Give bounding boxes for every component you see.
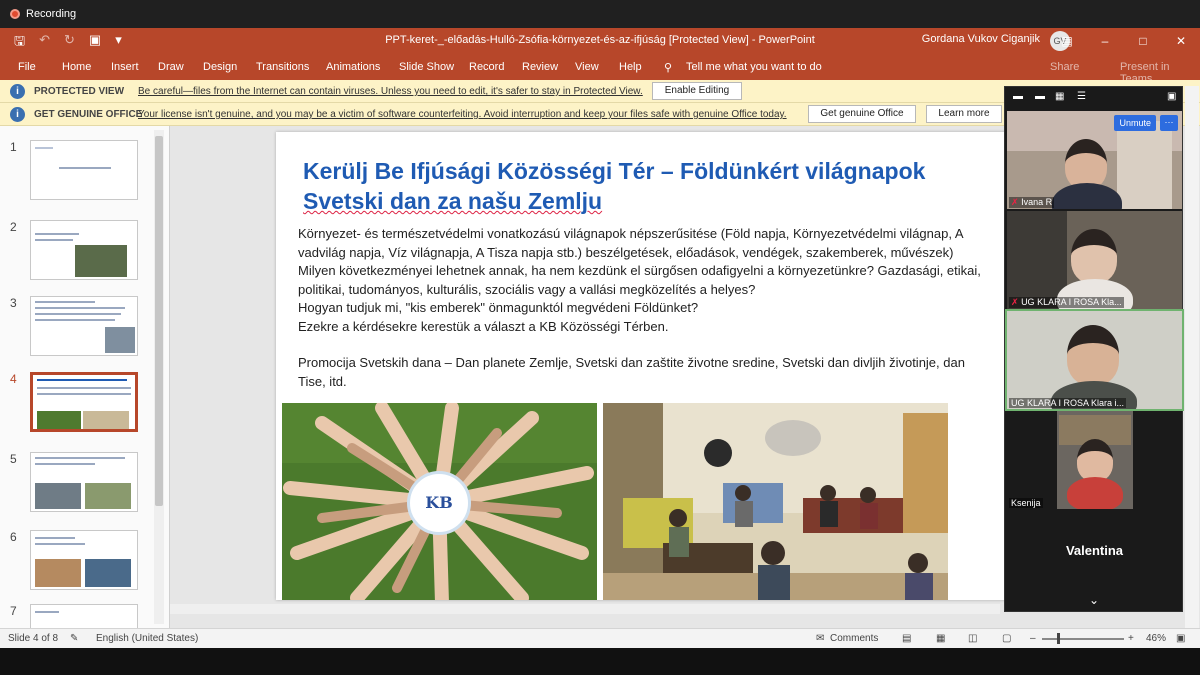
language-status[interactable]: English (United States) (96, 633, 198, 644)
lightbulb-icon: ⚲ (664, 62, 673, 74)
thumbnail-slide-4[interactable]: 4 (0, 372, 160, 438)
license-message[interactable]: Your license isn't genuine, and you may … (138, 109, 787, 120)
shield-icon: i (10, 84, 25, 99)
minimize-icon[interactable]: – (1086, 28, 1124, 54)
gallery-view-icon[interactable]: ▦ (1055, 91, 1064, 102)
participant-tile[interactable]: ✗ UG KLARA I ROSA Kla... (1007, 211, 1182, 309)
info-icon: i (10, 107, 25, 122)
slide-horizontal-scrollbar[interactable] (170, 604, 1000, 614)
protected-view-message[interactable]: Be careful—files from the Internet can c… (138, 86, 643, 97)
status-bar: Slide 4 of 8 ✎ English (United States) ✉… (0, 628, 1200, 648)
accessibility-icon[interactable]: ✎ (70, 633, 78, 644)
tab-design[interactable]: Design (203, 61, 237, 73)
thumbnail-slide-3[interactable]: 3 (0, 296, 160, 362)
muted-mic-icon: ✗ (1011, 297, 1019, 307)
slide-title[interactable]: Kerülj Be Ifjúsági Közösségi Tér – Földü… (303, 156, 1003, 216)
ribbon-tabs: File Home Insert Draw Design Transitions… (0, 54, 1200, 85)
participant-name: Ksenija (1011, 498, 1041, 508)
speaker-view-icon[interactable]: ▬ (1035, 91, 1045, 102)
zoom-in-icon[interactable]: + (1128, 633, 1134, 644)
thumbnail-slide-2[interactable]: 2 (0, 220, 160, 286)
slideshow-view-icon[interactable]: ▢ (1002, 633, 1011, 644)
title-bar: 🖫 ↶ ↻ ▣ ▾ PPT-keret-_-előadás-Hulló-Zsóf… (0, 28, 1200, 54)
protected-view-label: PROTECTED VIEW (34, 86, 125, 97)
taskbar (0, 648, 1200, 675)
strip-view-icon[interactable]: ☰ (1077, 91, 1086, 102)
participant-name: UG KLARA I ROSA Kla... (1021, 297, 1122, 307)
user-name[interactable]: Gordana Vukov Ciganjik (922, 33, 1040, 45)
tab-record[interactable]: Record (469, 61, 504, 73)
participant-tile[interactable]: Ksenija (1007, 411, 1182, 509)
thumbnail-slide-5[interactable]: 5 (0, 452, 160, 518)
zoom-slider[interactable] (1042, 638, 1124, 640)
participant-tile-speaker[interactable]: Valentina (1007, 511, 1182, 591)
unmute-button[interactable]: Unmute (1114, 115, 1156, 131)
slide-thumbnails-pane[interactable]: 1 2 3 4 5 6 7 (0, 126, 170, 628)
tell-me-search[interactable]: Tell me what you want to do (686, 61, 822, 73)
zoom-level[interactable]: 46% (1146, 633, 1166, 644)
tab-insert[interactable]: Insert (111, 61, 139, 73)
thumbnails-scrollbar[interactable] (154, 130, 164, 624)
thumbnail-slide-6[interactable]: 6 (0, 530, 160, 596)
tab-transitions[interactable]: Transitions (256, 61, 309, 73)
slide-canvas[interactable]: Kerülj Be Ifjúsági Közösségi Tér – Földü… (276, 132, 1006, 600)
slide-counter[interactable]: Slide 4 of 8 (8, 633, 58, 644)
slide-vertical-scrollbar[interactable] (1185, 86, 1199, 628)
tab-view[interactable]: View (575, 61, 599, 73)
slide-body-text[interactable]: Környezet- és természetvédelmi vonatkozá… (298, 225, 1006, 391)
enable-editing-button[interactable]: Enable Editing (652, 82, 742, 100)
tab-animations[interactable]: Animations (326, 61, 380, 73)
reading-view-icon[interactable]: ◫ (968, 633, 977, 644)
more-options-button[interactable]: ··· (1160, 115, 1178, 131)
tab-review[interactable]: Review (522, 61, 558, 73)
community-room-photo[interactable] (603, 403, 948, 600)
zoom-out-icon[interactable]: – (1030, 633, 1036, 644)
thumbnail-slide-7[interactable]: 7 (0, 604, 160, 628)
tab-home[interactable]: Home (62, 61, 91, 73)
participant-name: Ivana R (1021, 197, 1053, 207)
hands-circle-photo[interactable]: KB (282, 403, 597, 600)
comments-button[interactable]: Comments (830, 633, 878, 644)
exit-panel-icon[interactable]: ▣ (1167, 91, 1176, 102)
ribbon-display-icon[interactable]: ▤ (1048, 28, 1086, 54)
zoom-panel-toolbar: ▬ ▬ ▦ ☰ ▣ (1005, 87, 1184, 109)
learn-more-button[interactable]: Learn more (926, 105, 1002, 123)
share-button[interactable]: Share (1050, 61, 1079, 73)
tab-help[interactable]: Help (619, 61, 642, 73)
zoom-gallery-panel: ▬ ▬ ▦ ☰ ▣ ✗ Ivana R Unmute ··· ✗ UG KLAR… (1004, 86, 1184, 612)
record-icon (10, 9, 20, 19)
recording-label: Recording (26, 8, 77, 20)
chevron-down-icon[interactable]: ⌄ (1089, 593, 1099, 607)
participant-name: UG KLARA I ROSA Klara i... (1011, 398, 1125, 408)
slide-sorter-icon[interactable]: ▦ (936, 633, 945, 644)
logo-disc: KB (407, 471, 471, 535)
license-label: GET GENUINE OFFICE (34, 109, 143, 120)
community-room-illustration (603, 403, 948, 600)
participant-tile[interactable]: ✗ Ivana R Unmute ··· (1007, 111, 1182, 209)
normal-view-icon[interactable]: ▤ (902, 633, 911, 644)
get-genuine-office-button[interactable]: Get genuine Office (808, 105, 916, 123)
tab-slide-show[interactable]: Slide Show (399, 61, 454, 73)
fit-to-window-icon[interactable]: ▣ (1176, 633, 1185, 644)
zoom-slider-handle[interactable] (1057, 633, 1060, 644)
muted-mic-icon: ✗ (1011, 197, 1019, 207)
tab-file[interactable]: File (18, 61, 36, 73)
close-icon[interactable]: ✕ (1162, 28, 1200, 54)
comments-icon[interactable]: ✉ (816, 633, 824, 644)
tab-draw[interactable]: Draw (158, 61, 184, 73)
participant-tile-active[interactable]: UG KLARA I ROSA Klara i... (1005, 309, 1184, 411)
maximize-icon[interactable]: □ (1124, 28, 1162, 54)
minimize-panel-icon[interactable]: ▬ (1013, 91, 1023, 102)
thumbnail-slide-1[interactable]: 1 (0, 140, 160, 206)
recording-bar: Recording (0, 0, 1200, 28)
